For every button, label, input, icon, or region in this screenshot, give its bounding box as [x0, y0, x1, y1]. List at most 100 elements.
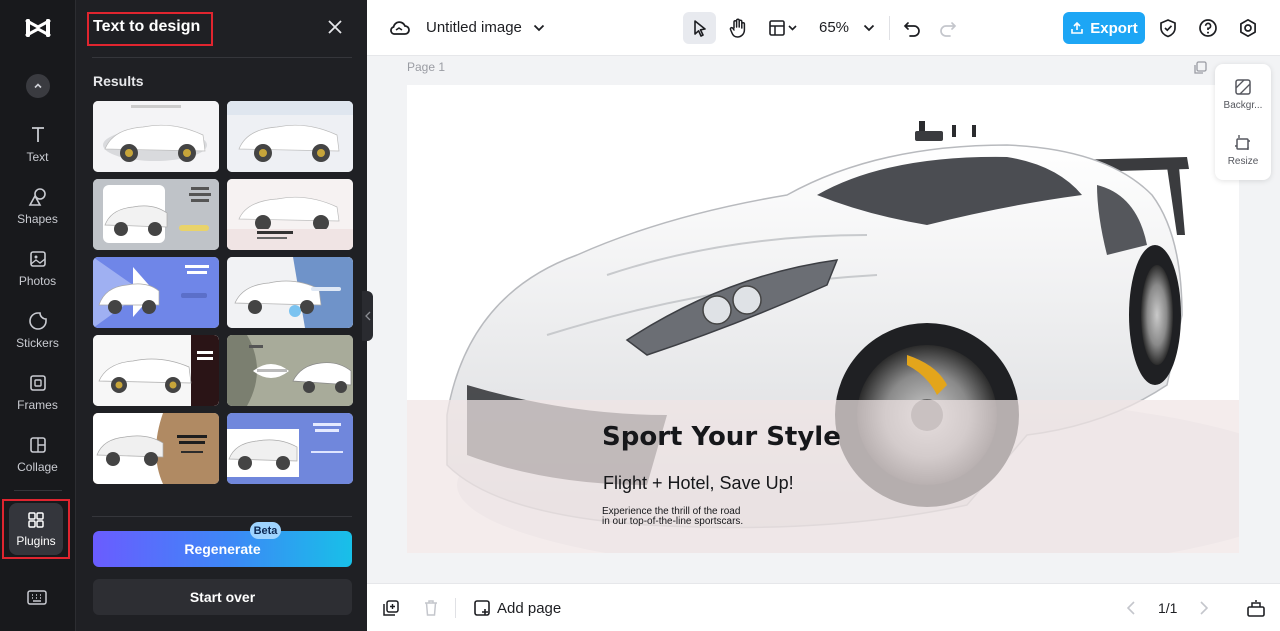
rail-item-collage[interactable]: Collage — [0, 435, 75, 491]
toolbar-divider — [455, 598, 456, 618]
add-page-label: Add page — [497, 599, 562, 617]
car-design-preview — [227, 413, 353, 484]
help-button[interactable] — [1196, 16, 1220, 40]
cloud-save-button[interactable] — [387, 16, 411, 40]
background-tool-button[interactable]: Backgr... — [1215, 78, 1271, 111]
select-tool-button[interactable] — [683, 12, 716, 44]
result-thumbnail-4[interactable] — [227, 179, 353, 250]
rail-item-label: Stickers — [16, 336, 59, 350]
rail-item-text[interactable]: Text — [0, 125, 75, 181]
security-button[interactable] — [1156, 16, 1180, 40]
next-page-button[interactable] — [1196, 599, 1212, 617]
car-design-preview — [93, 413, 219, 484]
add-page-button[interactable]: Add page — [473, 599, 561, 617]
chevron-down-icon — [533, 24, 545, 32]
result-thumbnail-2[interactable] — [227, 101, 353, 172]
document-title[interactable]: Untitled image — [426, 19, 522, 36]
export-button[interactable]: Export — [1063, 12, 1145, 44]
hand-tool-button[interactable] — [724, 14, 752, 42]
result-thumbnail-9[interactable] — [93, 413, 219, 484]
delete-page-button[interactable] — [421, 598, 441, 618]
capcut-logo-icon — [25, 19, 51, 37]
settings-button[interactable] — [1236, 16, 1260, 40]
car-design-preview — [93, 257, 219, 328]
redo-button[interactable] — [936, 16, 960, 40]
regenerate-button[interactable]: Regenerate — [93, 531, 352, 567]
chevron-left-icon — [364, 311, 370, 321]
copy-page-button[interactable] — [381, 598, 401, 618]
keyboard-icon[interactable] — [27, 589, 47, 607]
design-subheadline[interactable]: Flight + Hotel, Save Up! — [603, 473, 794, 494]
page-panel-button[interactable] — [1245, 598, 1267, 618]
duplicate-page-icon[interactable] — [1193, 61, 1207, 75]
left-rail: Text Shapes Photos Stickers Frames Colla… — [0, 0, 75, 631]
cloud-icon — [390, 21, 410, 35]
rail-item-label: Frames — [17, 398, 58, 412]
result-thumbnail-3[interactable] — [93, 179, 219, 250]
rail-divider — [14, 490, 62, 491]
rail-item-photos[interactable]: Photos — [0, 249, 75, 305]
result-thumbnail-7[interactable] — [93, 335, 219, 406]
resize-tool-button[interactable]: Resize — [1215, 134, 1271, 167]
collage-icon — [29, 437, 46, 453]
rail-item-label: Plugins — [16, 534, 56, 548]
close-icon[interactable] — [327, 19, 343, 35]
frame-icon — [29, 375, 46, 391]
design-body-text[interactable]: Experience the thrill of the road in our… — [602, 507, 802, 527]
background-icon — [1235, 79, 1251, 95]
car-design-preview — [93, 101, 219, 172]
top-toolbar: Untitled image 65% Export — [367, 0, 1280, 56]
chevron-right-icon — [1200, 601, 1208, 615]
previous-page-button[interactable] — [1123, 599, 1139, 617]
layout-icon — [769, 20, 797, 36]
toolbar-divider — [889, 16, 890, 40]
result-thumbnail-10[interactable] — [227, 413, 353, 484]
copy-page-icon — [383, 600, 399, 616]
resize-tool-label: Resize — [1227, 156, 1259, 167]
car-design-preview — [93, 335, 219, 406]
design-canvas[interactable]: Sport Your Style Flight + Hotel, Save Up… — [407, 85, 1239, 553]
pages-icon — [1247, 600, 1265, 617]
rail-item-frames[interactable]: Frames — [0, 373, 75, 429]
upload-icon — [1071, 21, 1084, 34]
gear-icon — [1240, 18, 1256, 38]
beta-badge: Beta — [250, 522, 281, 539]
image-icon — [29, 251, 46, 267]
trash-icon — [425, 600, 437, 616]
rail-item-plugins[interactable]: Plugins — [9, 503, 63, 555]
panel-title: Text to design — [93, 18, 201, 35]
redo-icon — [940, 22, 957, 37]
car-design-preview — [227, 257, 353, 328]
result-thumbnail-8[interactable] — [227, 335, 353, 406]
bottom-toolbar: Add page 1/1 — [367, 583, 1280, 631]
rail-item-label: Photos — [18, 274, 57, 288]
car-design-preview — [227, 179, 353, 250]
layout-menu-button[interactable] — [763, 14, 803, 42]
result-thumbnail-6[interactable] — [227, 257, 353, 328]
panel-collapse-handle[interactable] — [362, 291, 373, 341]
undo-icon — [903, 22, 920, 37]
chevron-up-icon — [34, 83, 42, 89]
panel-divider — [92, 57, 352, 58]
zoom-dropdown-button[interactable] — [861, 20, 877, 36]
rail-collapse-button[interactable] — [26, 74, 50, 98]
undo-button[interactable] — [900, 16, 924, 40]
body-line-2: in our top-of-the-line sportscars. — [602, 516, 744, 527]
results-label: Results — [93, 73, 144, 89]
result-thumbnail-5[interactable] — [93, 257, 219, 328]
text-to-design-panel: Text to design Results Regenerate Beta S… — [75, 0, 367, 631]
rail-item-plugins-highlight: Plugins — [2, 499, 70, 559]
page-label: Page 1 — [407, 60, 446, 74]
rail-item-stickers[interactable]: Stickers — [0, 311, 75, 367]
design-headline[interactable]: Sport Your Style — [602, 422, 841, 452]
start-over-button[interactable]: Start over — [93, 579, 352, 615]
rail-item-shapes[interactable]: Shapes — [0, 187, 75, 243]
hand-icon — [729, 18, 746, 38]
zoom-level[interactable]: 65% — [819, 19, 849, 36]
result-thumbnail-1[interactable] — [93, 101, 219, 172]
title-dropdown-button[interactable] — [531, 20, 547, 36]
chevron-down-icon — [863, 24, 875, 32]
background-tool-label: Backgr... — [1223, 100, 1263, 111]
canvas-side-tools: Backgr... Resize — [1215, 64, 1271, 180]
sticker-icon — [28, 312, 47, 330]
